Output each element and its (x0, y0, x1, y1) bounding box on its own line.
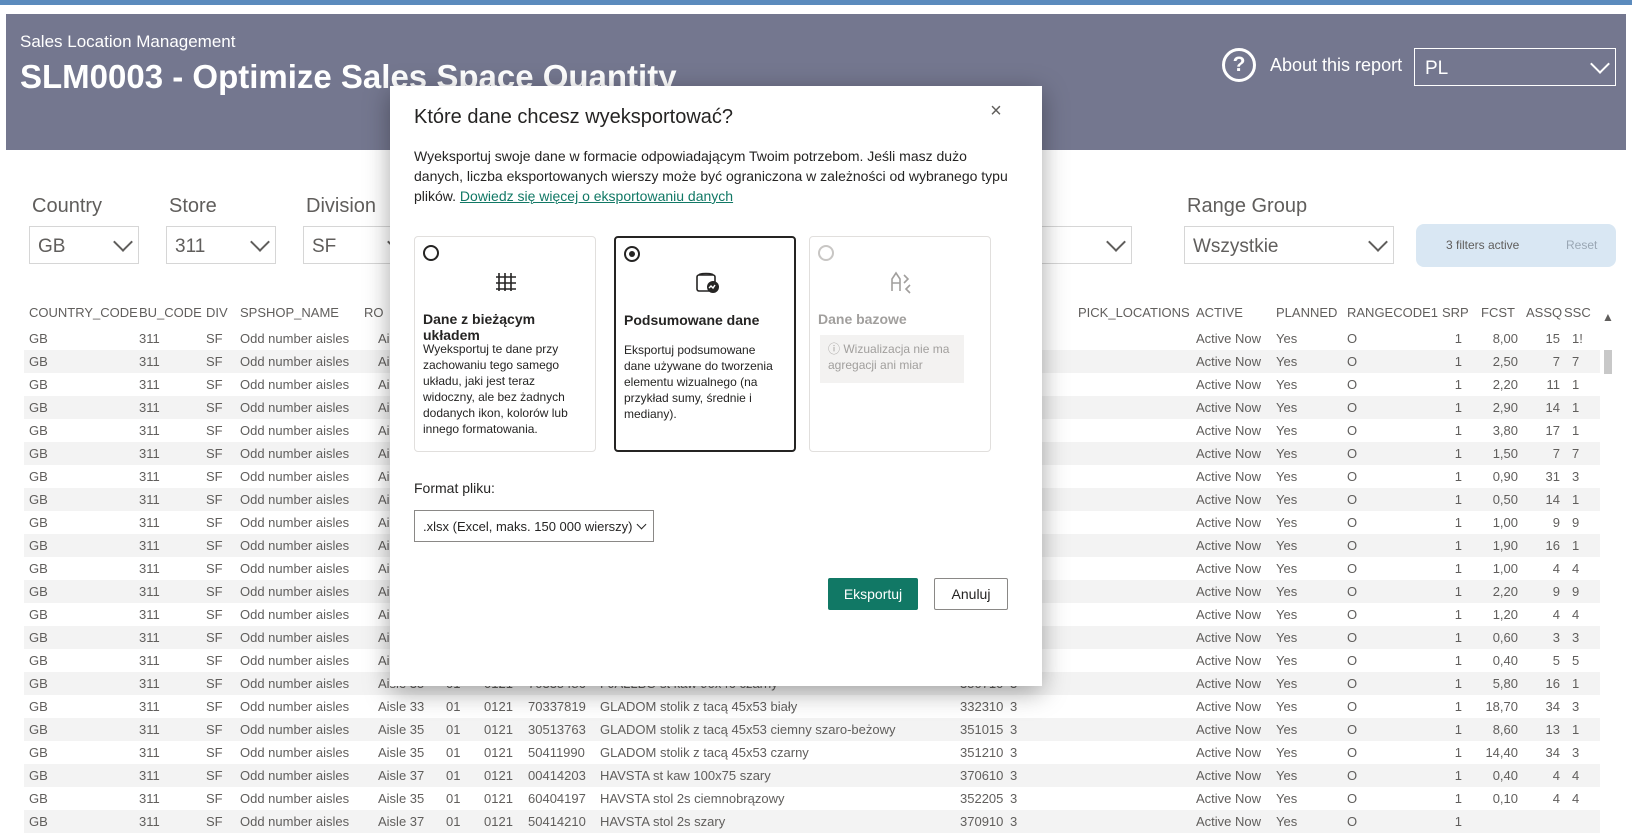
export-button[interactable]: Eksportuj (828, 578, 918, 610)
info-icon: ⓘ (828, 342, 841, 356)
option-summarized-data[interactable]: Podsumowane dane Eksportuj podsumowane d… (614, 236, 796, 452)
option-title: Podsumowane dane (624, 312, 760, 328)
file-format-dropdown[interactable]: .xlsx (Excel, maks. 150 000 wierszy) (414, 510, 654, 542)
table-icon (496, 273, 516, 291)
close-icon[interactable]: × (986, 100, 1006, 122)
option-underlying-data: Dane bazowe ⓘ Wizualizacja nie ma agrega… (809, 236, 991, 452)
option-title: Dane bazowe (818, 311, 907, 327)
export-data-dialog: Które dane chcesz wyeksportować? × Wyeks… (390, 86, 1042, 686)
file-format-label: Format pliku: (414, 480, 495, 496)
no-aggregation-note: ⓘ Wizualizacja nie ma agregacji ani miar (820, 335, 964, 383)
learn-more-link[interactable]: Dowiedz się więcej o eksportowaniu danyc… (460, 188, 733, 204)
file-format-value: .xlsx (Excel, maks. 150 000 wierszy) (423, 519, 633, 534)
summarized-chart-icon (696, 272, 719, 293)
current-layout-radio[interactable] (423, 245, 439, 261)
modal-overlay: Które dane chcesz wyeksportować? × Wyeks… (0, 0, 1632, 825)
option-description: Eksportuj podsumowane dane używane do tw… (624, 343, 773, 421)
note-text: Wizualizacja nie ma agregacji ani miar (828, 342, 950, 372)
underlying-data-icon (891, 271, 911, 294)
underlying-data-radio (818, 245, 834, 261)
option-description: Wyeksportuj te dane przy zachowaniu tego… (423, 342, 568, 436)
dialog-title: Które dane chcesz wyeksportować? (414, 106, 734, 128)
summarized-data-radio[interactable] (624, 246, 640, 262)
dialog-description: Wyeksportuj swoje dane w formacie odpowi… (414, 146, 1014, 206)
chevron-down-icon (636, 519, 647, 530)
option-current-layout[interactable]: Dane z bieżącym układem Wyeksportuj te d… (414, 236, 596, 452)
cancel-button[interactable]: Anuluj (934, 578, 1008, 610)
option-title: Dane z bieżącym układem (423, 311, 536, 343)
